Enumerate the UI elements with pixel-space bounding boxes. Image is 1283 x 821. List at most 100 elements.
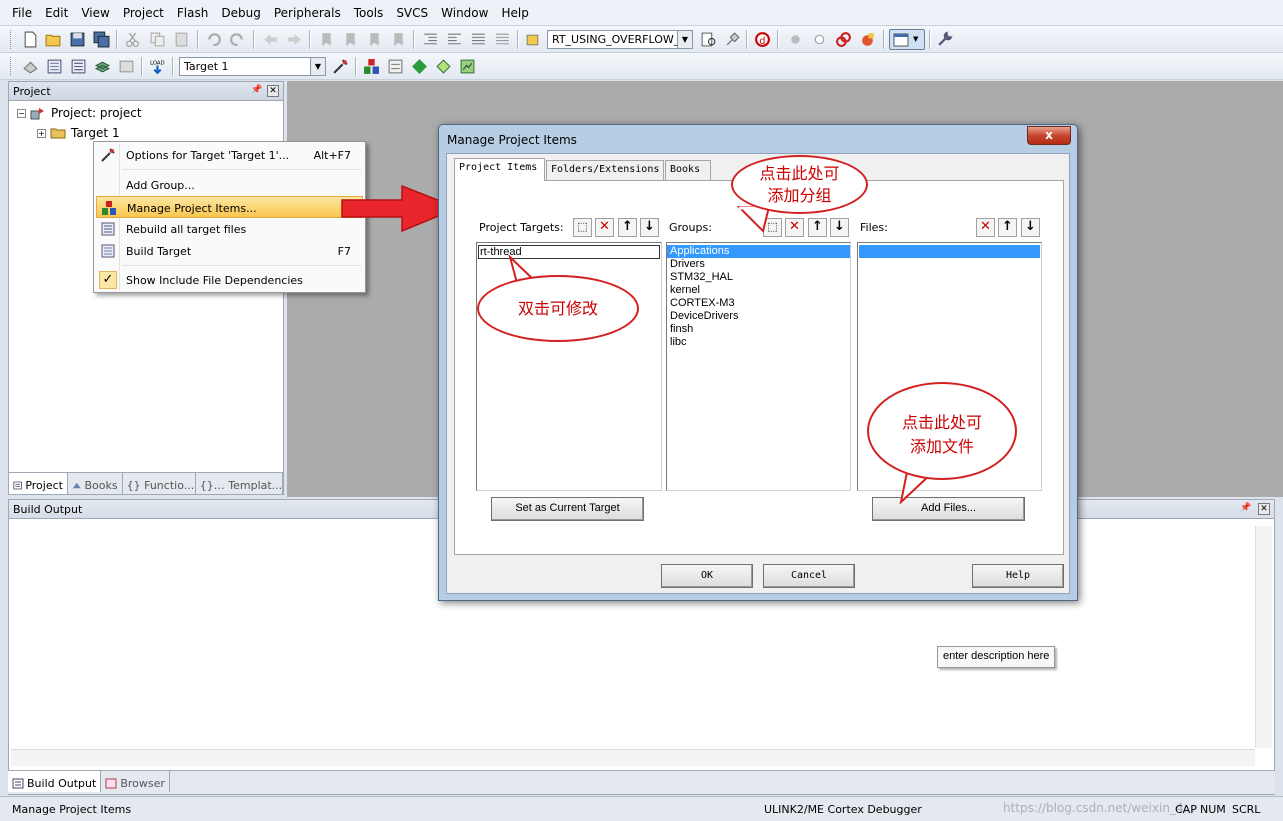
- menu-edit[interactable]: Edit: [45, 6, 68, 20]
- groups-list[interactable]: Applications Drivers STM32_HAL kernel CO…: [666, 242, 851, 491]
- move-file-down-button[interactable]: ↓: [1021, 218, 1040, 237]
- build-icon[interactable]: [46, 58, 63, 75]
- list-item[interactable]: finsh: [667, 323, 850, 336]
- find-in-files-icon[interactable]: [525, 31, 542, 48]
- tab-folders-extensions[interactable]: Folders/Extensions: [546, 160, 664, 180]
- incremental-find-icon[interactable]: [700, 31, 717, 48]
- tab-functions[interactable]: {} Functio...: [123, 473, 196, 494]
- redo-icon[interactable]: [229, 31, 246, 48]
- indent-icon[interactable]: [422, 31, 439, 48]
- breakpoint-icon[interactable]: [787, 31, 804, 48]
- new-file-icon[interactable]: [22, 31, 39, 48]
- breakpoint-disable-icon[interactable]: [811, 31, 828, 48]
- window-layout-button[interactable]: ▼: [889, 29, 925, 50]
- tree-root[interactable]: − Project: project: [17, 106, 142, 120]
- manage-project-icon[interactable]: [363, 58, 380, 75]
- vertical-scrollbar[interactable]: [1255, 526, 1272, 748]
- menu-help[interactable]: Help: [501, 6, 528, 20]
- debug-session-icon[interactable]: d: [754, 31, 771, 48]
- list-item[interactable]: DeviceDrivers: [667, 310, 850, 323]
- menu-item-manage-project-items[interactable]: Manage Project Items...: [96, 196, 363, 218]
- tab-templates[interactable]: {}… Templat...: [196, 473, 283, 494]
- new-target-button[interactable]: ⬚: [573, 218, 592, 237]
- menu-debug[interactable]: Debug: [221, 6, 260, 20]
- close-icon[interactable]: ✕: [267, 85, 279, 97]
- list-item[interactable]: CORTEX-M3: [667, 297, 850, 310]
- menu-window[interactable]: Window: [441, 6, 488, 20]
- bookmark-next-icon[interactable]: [366, 31, 383, 48]
- menu-svcs[interactable]: SVCS: [396, 6, 428, 20]
- delete-group-button[interactable]: ✕: [785, 218, 804, 237]
- menu-item-add-group[interactable]: Add Group...: [96, 174, 363, 196]
- breakpoint-kill-icon[interactable]: [835, 31, 852, 48]
- close-icon[interactable]: ✕: [1258, 503, 1270, 515]
- pin-icon[interactable]: 📌: [1240, 503, 1252, 515]
- pin-icon[interactable]: 📌: [251, 85, 263, 97]
- list-item[interactable]: STM32_HAL: [667, 271, 850, 284]
- tab-books[interactable]: Books: [68, 473, 123, 494]
- list-item[interactable]: Applications: [667, 245, 850, 258]
- uncomment-icon[interactable]: [494, 31, 511, 48]
- breakpoint-clear-icon[interactable]: [859, 31, 876, 48]
- menu-item-build-target[interactable]: Build Target F7: [96, 240, 363, 262]
- stop-build-icon[interactable]: [118, 58, 135, 75]
- menu-item-show-include-deps[interactable]: ✓ Show Include File Dependencies: [96, 269, 363, 291]
- menu-file[interactable]: File: [12, 6, 32, 20]
- list-item[interactable]: [859, 245, 1040, 258]
- bookmark-clear-icon[interactable]: [390, 31, 407, 48]
- move-target-up-button[interactable]: ↑: [618, 218, 637, 237]
- move-target-down-button[interactable]: ↓: [640, 218, 659, 237]
- delete-target-button[interactable]: ✕: [595, 218, 614, 237]
- open-folder-icon[interactable]: [45, 31, 62, 48]
- paste-icon[interactable]: [173, 31, 190, 48]
- chevron-down-icon[interactable]: ▼: [677, 31, 692, 48]
- manage-components-icon[interactable]: [387, 58, 404, 75]
- select-packs-icon[interactable]: [411, 58, 428, 75]
- save-icon[interactable]: [69, 31, 86, 48]
- batch-build-icon[interactable]: [94, 58, 111, 75]
- list-item[interactable]: kernel: [667, 284, 850, 297]
- translate-icon[interactable]: [22, 58, 39, 75]
- collapse-icon[interactable]: −: [17, 108, 26, 118]
- tab-browser[interactable]: Browser: [101, 771, 170, 792]
- pack-installer-icon[interactable]: [435, 58, 452, 75]
- tab-books[interactable]: Books: [665, 160, 711, 180]
- tab-project[interactable]: Project: [9, 473, 68, 494]
- tree-target[interactable]: + Target 1: [37, 126, 120, 140]
- unindent-icon[interactable]: [446, 31, 463, 48]
- copy-icon[interactable]: [149, 31, 166, 48]
- environment-icon[interactable]: [459, 58, 476, 75]
- cut-icon[interactable]: [124, 31, 141, 48]
- menu-item-options-target[interactable]: Options for Target 'Target 1'... Alt+F7: [96, 144, 363, 166]
- menu-project[interactable]: Project: [123, 6, 164, 20]
- horizontal-scrollbar[interactable]: [11, 749, 1255, 766]
- comment-icon[interactable]: [470, 31, 487, 48]
- ok-button[interactable]: OK: [661, 564, 753, 588]
- help-button[interactable]: Help: [972, 564, 1064, 588]
- move-file-up-button[interactable]: ↑: [998, 218, 1017, 237]
- tab-build-output[interactable]: Build Output: [8, 771, 102, 792]
- undo-icon[interactable]: [205, 31, 222, 48]
- bookmark-prev-icon[interactable]: [342, 31, 359, 48]
- target-combo[interactable]: Target 1 ▼: [179, 57, 326, 76]
- menu-tools[interactable]: Tools: [354, 6, 384, 20]
- nav-back-icon[interactable]: [262, 31, 279, 48]
- delete-file-button[interactable]: ✕: [976, 218, 995, 237]
- nav-forward-icon[interactable]: [286, 31, 303, 48]
- add-files-button[interactable]: Add Files...: [872, 497, 1025, 521]
- list-item[interactable]: libc: [667, 336, 850, 349]
- chevron-down-icon[interactable]: ▼: [310, 58, 325, 75]
- save-all-icon[interactable]: [93, 31, 110, 48]
- rebuild-icon[interactable]: [70, 58, 87, 75]
- menu-view[interactable]: View: [81, 6, 109, 20]
- set-current-target-button[interactable]: Set as Current Target: [491, 497, 644, 521]
- tab-project-items[interactable]: Project Items: [454, 158, 545, 181]
- load-download-icon[interactable]: LOAD: [149, 58, 166, 75]
- bookmark-icon[interactable]: [318, 31, 335, 48]
- list-item[interactable]: Drivers: [667, 258, 850, 271]
- target-options-icon[interactable]: [332, 58, 349, 75]
- menu-flash[interactable]: Flash: [177, 6, 208, 20]
- move-group-up-button[interactable]: ↑: [808, 218, 827, 237]
- menu-item-rebuild[interactable]: Rebuild all target files: [96, 218, 363, 240]
- cancel-button[interactable]: Cancel: [763, 564, 855, 588]
